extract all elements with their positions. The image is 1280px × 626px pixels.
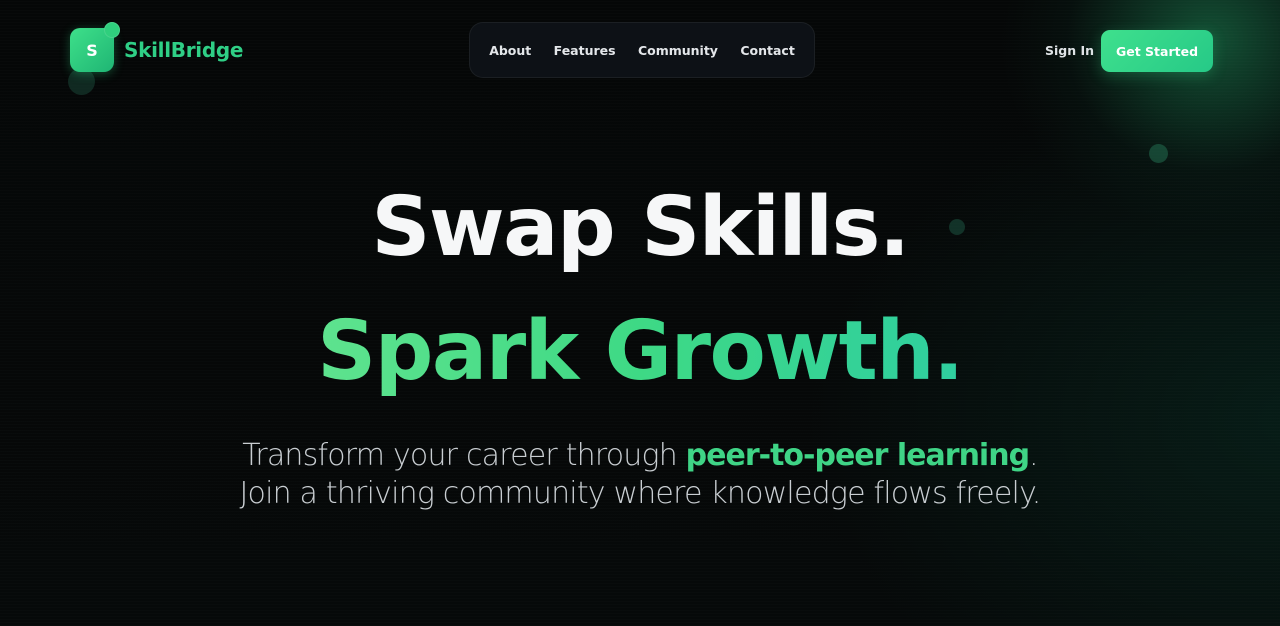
logo-icon: S bbox=[70, 22, 120, 72]
hero-headline-line1: Swap Skills. bbox=[371, 180, 910, 275]
subtitle-suffix: . bbox=[1029, 438, 1039, 473]
subtitle-prefix: Transform your career through bbox=[242, 438, 686, 473]
hero-subtitle: Transform your career through peer-to-pe… bbox=[0, 437, 1280, 513]
sign-in-link[interactable]: Sign In bbox=[1045, 43, 1094, 58]
nav-item-contact[interactable]: Contact bbox=[736, 37, 798, 64]
hero-headline-line2: Spark Growth. bbox=[0, 302, 1280, 402]
get-started-button[interactable]: Get Started bbox=[1101, 30, 1213, 72]
nav-item-about[interactable]: About bbox=[485, 37, 535, 64]
nav-item-community[interactable]: Community bbox=[634, 37, 722, 64]
nav-item-features[interactable]: Features bbox=[550, 37, 620, 64]
brand-name: SkillBridge bbox=[124, 38, 244, 62]
subtitle-highlight: peer-to-peer learning bbox=[685, 438, 1030, 473]
logo-dot-icon bbox=[104, 22, 120, 38]
main-nav: About Features Community Contact bbox=[469, 22, 815, 78]
brand-logo-link[interactable]: S SkillBridge bbox=[70, 22, 244, 72]
logo-letter: S bbox=[86, 40, 98, 60]
decorative-orb bbox=[68, 68, 95, 95]
hero-headline-gradient-text: Spark Growth. bbox=[317, 304, 964, 399]
subtitle-line2: Join a thriving community where knowledg… bbox=[239, 476, 1041, 511]
landing-page: S SkillBridge About Features Community C… bbox=[0, 0, 1280, 626]
decorative-orb bbox=[1149, 144, 1168, 163]
